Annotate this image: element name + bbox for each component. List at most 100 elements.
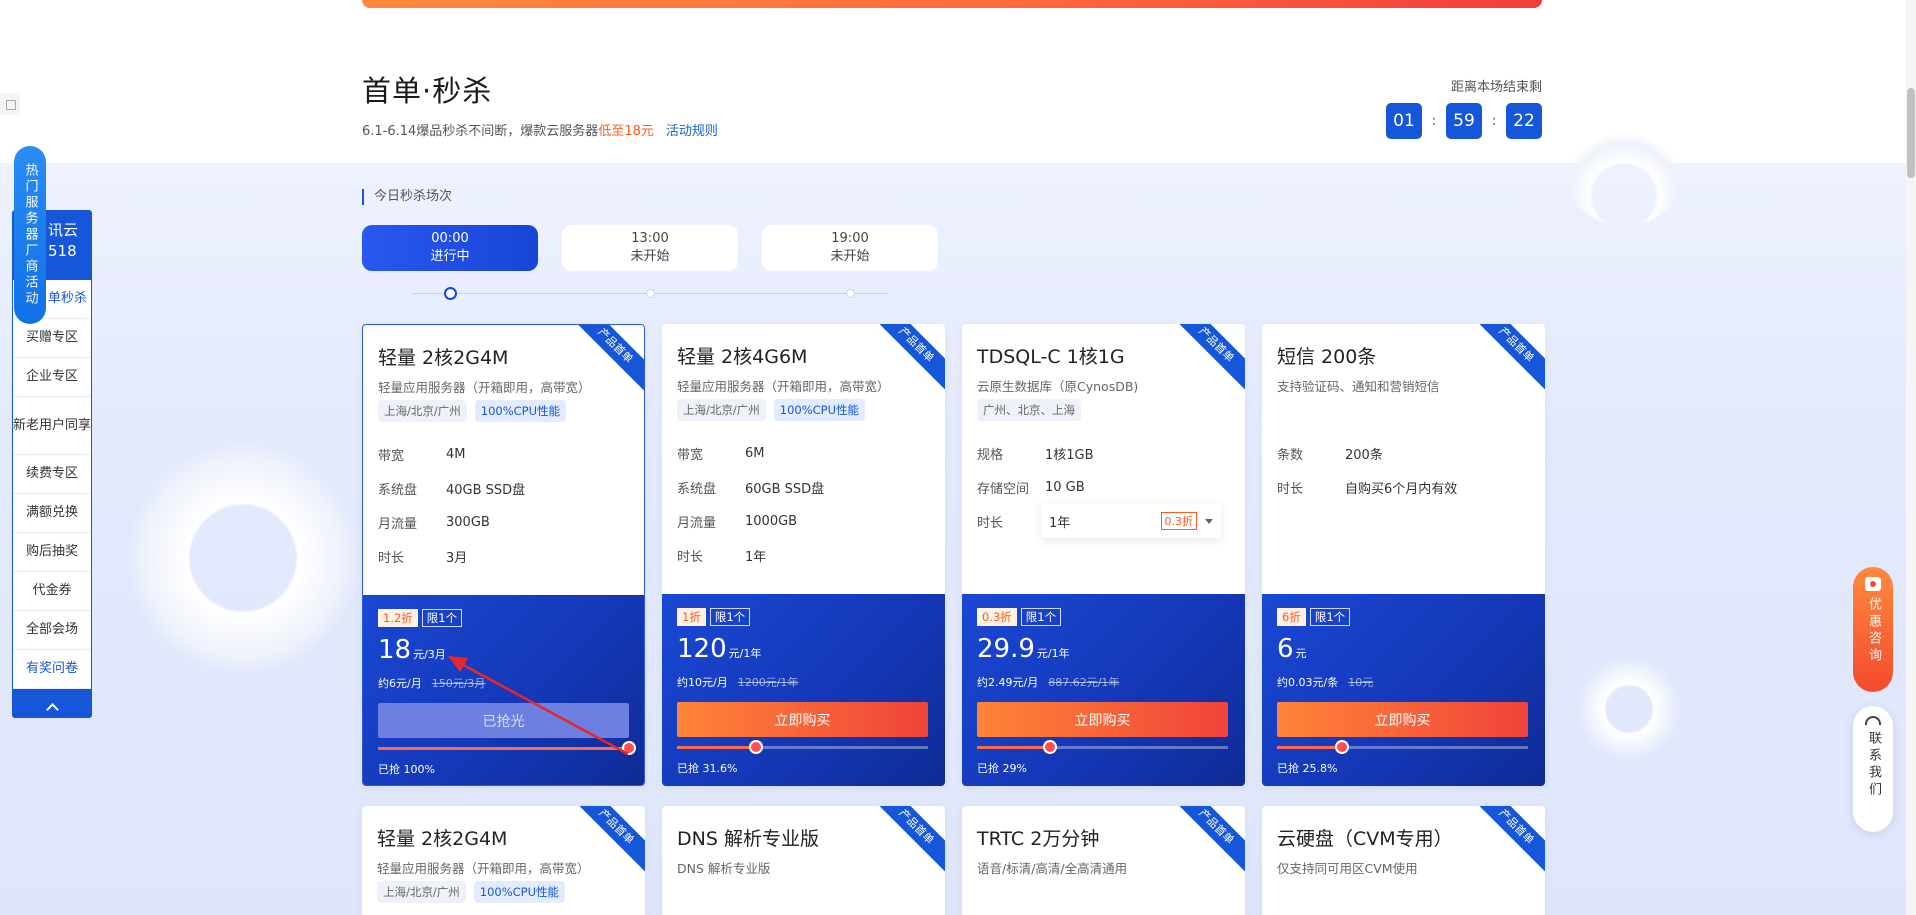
sidebar-item[interactable]: 续费专区 — [13, 455, 91, 494]
back-to-top-button[interactable] — [12, 696, 92, 718]
sold-progress-bar — [677, 740, 928, 754]
spec-value: 1核1GB — [1045, 447, 1094, 463]
session-time: 19:00 — [831, 231, 869, 246]
sidebar-item[interactable]: 新老用户同享 — [13, 397, 91, 455]
per-price: 约0.03元/条 10元 — [1277, 674, 1373, 690]
per-price-text: 约0.03元/条 — [1277, 676, 1339, 689]
rocket-icon — [749, 740, 764, 754]
scrollbar-thumb[interactable] — [1907, 88, 1915, 178]
spec-value: 300GB — [446, 514, 490, 530]
sidebar-item[interactable]: 买赠专区 — [13, 319, 91, 358]
buy-now-button[interactable]: 立即购买 — [977, 702, 1228, 737]
spec-row: 时长 自购买6个月内有效 — [1277, 470, 1457, 504]
contact-us-button[interactable]: 联系我们 — [1853, 706, 1893, 832]
decorative-ring — [128, 443, 358, 673]
product-card[interactable]: 产品首单 短信 200条 支持验证码、通知和营销短信 条数 200条 时长 自购买6个月内有… — [1262, 324, 1545, 786]
spec-row: 时长 3月 — [378, 539, 525, 573]
brand-line: 518 — [48, 242, 77, 260]
top-banner[interactable] — [362, 0, 1542, 8]
spec-row: 时长 1年 — [677, 538, 824, 572]
per-price-text: 约2.49元/月 — [977, 676, 1039, 689]
countdown-label: 距离本场结束剩 — [1450, 80, 1542, 95]
price-value: 29.9 — [977, 634, 1035, 664]
spec-value: 3月 — [446, 550, 468, 566]
product-card[interactable]: 产品首单 DNS 解析专业版 DNS 解析专业版 — [662, 806, 945, 915]
sidebar-item[interactable]: 代金券 — [13, 572, 91, 611]
price-unit: 元 — [1295, 647, 1307, 660]
progress-fill — [977, 746, 1050, 749]
price-tags: 6折 限1个 — [1277, 608, 1351, 626]
spec-key: 时长 — [378, 550, 405, 566]
duration-select[interactable]: 1年 0.3折 — [1041, 504, 1221, 538]
spec-key: 条数 — [1277, 447, 1304, 463]
buy-now-button[interactable]: 立即购买 — [677, 702, 928, 737]
spec-row: 月流量 300GB — [378, 505, 525, 539]
session-tab-0000[interactable]: 00:00 进行中 — [362, 225, 538, 271]
progress-fill — [1277, 746, 1342, 749]
spec-value: 1000GB — [745, 513, 798, 529]
card-desc: DNS 解析专业版 — [677, 861, 771, 876]
sidebar-item[interactable]: 满额兑换 — [13, 494, 91, 533]
price-unit: 元/1年 — [728, 647, 762, 660]
sidebar-item[interactable]: 企业专区 — [13, 358, 91, 397]
card-tags: 上海/北京/广州 100%CPU性能 — [378, 400, 567, 422]
spec-key: 系统盘 — [677, 481, 717, 497]
promo-consult-label: 优惠咨询 — [1866, 597, 1881, 665]
chevron-up-icon — [45, 703, 59, 716]
sessions-label: 今日秒杀场次 — [362, 189, 452, 205]
card-title: TDSQL-C 1核1G — [977, 346, 1125, 368]
card-desc: 语音/标清/高清/全高清通用 — [977, 861, 1128, 876]
price-value: 120 — [677, 634, 727, 664]
first-order-ribbon: 产品首单 — [1169, 324, 1245, 392]
spec-key: 时长 — [977, 515, 1004, 531]
hot-vendors-pill[interactable]: 热门服务器厂商活动 — [14, 146, 46, 324]
session-tab-1300[interactable]: 13:00 未开始 — [562, 225, 738, 271]
sidebar-item[interactable]: 有奖问卷 — [13, 650, 91, 689]
first-order-ribbon: 产品首单 — [1169, 806, 1245, 874]
card-title: 轻量 2核2G4M — [378, 347, 509, 369]
duration-value: 1年 — [1049, 515, 1071, 531]
card-price-panel: 0.3折 限1个 29.9 元/1年 约2.49元/月 887.62元/1年 立即购买 已抢 … — [962, 594, 1245, 786]
spec-list: 带宽 4M 系统盘 40GB SSD盘月流量 300GB 时长 3月 — [378, 437, 525, 573]
card-desc: 仅支持同可用区CVM使用 — [1277, 861, 1418, 876]
product-card[interactable]: 产品首单 轻量 2核4G6M 轻量应用服务器（开箱即用，高带宽） 上海/北京/广州 10… — [662, 324, 945, 786]
price: 29.9 元/1年 — [977, 634, 1070, 664]
spec-row: 系统盘 40GB SSD盘 — [378, 471, 525, 505]
session-tab-1900[interactable]: 19:00 未开始 — [762, 225, 938, 271]
product-card[interactable]: 产品首单 云硬盘（CVM专用） 仅支持同可用区CVM使用 — [1262, 806, 1545, 915]
spec-key: 月流量 — [677, 515, 717, 531]
product-card[interactable]: 产品首单 TRTC 2万分钟语音/标清/高清/全高清通用 — [962, 806, 1245, 915]
price-tags: 1折 限1个 — [677, 608, 751, 626]
card-tag: 100%CPU性能 — [473, 881, 566, 903]
collapse-tab[interactable] — [0, 93, 20, 115]
session-tabs: 00:00 进行中 13:00 未开始 19:00 未开始 — [362, 225, 938, 271]
spec-value: 自购买6个月内有效 — [1345, 481, 1458, 497]
activity-rules-link[interactable]: 活动规则 — [666, 124, 718, 139]
product-card[interactable]: 产品首单 TDSQL-C 1核1G 云原生数据库（原CynosDB) 广州、北京、上海… — [962, 324, 1245, 786]
card-title: 轻量 2核4G6M — [677, 346, 808, 368]
session-status: 未开始 — [830, 249, 870, 264]
price-value: 6 — [1277, 634, 1294, 664]
card-title: TRTC 2万分钟 — [977, 828, 1100, 850]
sidebar-item[interactable]: 全部会场 — [13, 611, 91, 650]
brand-line: 讯云 — [48, 221, 79, 239]
annotation-arrow — [448, 656, 629, 756]
buy-now-button[interactable]: 立即购买 — [1277, 702, 1528, 737]
spec-key: 带宽 — [677, 447, 704, 463]
countdown-hours: 01 — [1386, 103, 1422, 139]
card-title: 云硬盘（CVM专用） — [1277, 828, 1453, 850]
card-desc: 轻量应用服务器（开箱即用，高带宽） — [378, 380, 591, 395]
spec-row: 带宽 6M — [677, 436, 824, 470]
original-price: 887.62元/1年 — [1048, 676, 1120, 689]
per-price: 约10元/月 1200元/1年 — [677, 674, 798, 690]
session-dot — [646, 289, 655, 298]
promo-consult-button[interactable]: 优惠咨询 — [1853, 567, 1893, 692]
product-card[interactable]: 产品首单 轻量 2核2G4M 轻量应用服务器（开箱即用，高带宽） 上海/北京/广州 10… — [362, 806, 645, 915]
sidebar-item[interactable]: 购后抽奖 — [13, 533, 91, 572]
card-tag: 广州、北京、上海 — [977, 399, 1081, 421]
spec-row: 存储空间 10 GB — [977, 470, 1221, 504]
price-tags: 1.2折 限1个 — [378, 609, 463, 627]
spec-row: 带宽 4M — [378, 437, 525, 471]
sidebar-list: 单秒杀 买赠专区 企业专区 新老用户同享 续费专区 满额兑换 购后抽奖 代金券 全部会场 有奖问卷 — [13, 280, 91, 689]
spec-key: 月流量 — [378, 516, 418, 532]
